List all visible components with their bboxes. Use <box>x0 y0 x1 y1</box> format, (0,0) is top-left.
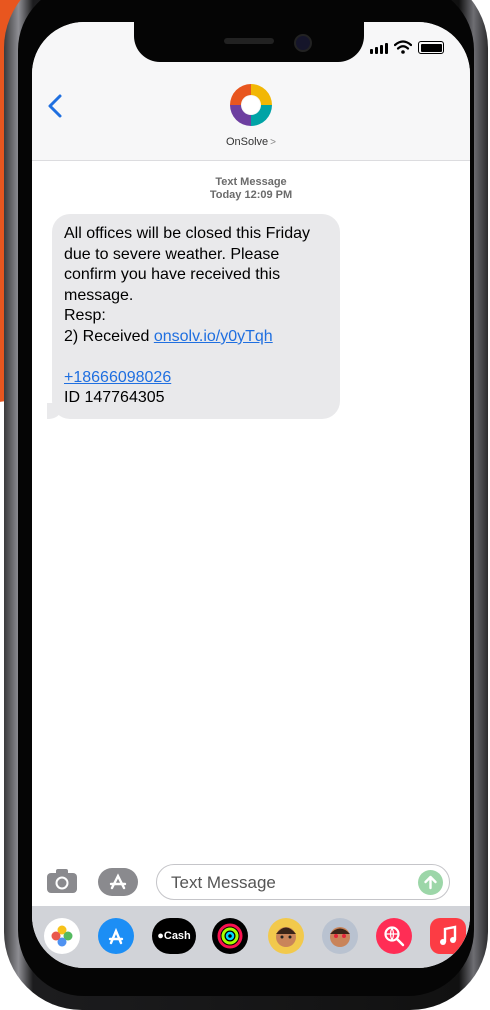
app-store-button[interactable] <box>98 868 138 896</box>
arrow-up-icon <box>424 875 437 890</box>
message-time: Today 12:09 PM <box>209 189 293 201</box>
notch <box>134 22 364 62</box>
onsolve-logo-icon <box>230 84 272 126</box>
back-button[interactable] <box>44 92 68 120</box>
memoji-button[interactable] <box>268 918 304 954</box>
contact-name[interactable]: OnSolve > <box>32 136 470 148</box>
status-bar <box>370 40 444 54</box>
message-input-placeholder: Text Message <box>171 873 276 892</box>
chevron-right-icon: > <box>270 137 277 148</box>
message-line: message. <box>64 286 134 304</box>
battery-icon <box>418 41 444 54</box>
message-input[interactable]: Text Message <box>156 864 450 900</box>
memoji-stickers-button[interactable] <box>322 918 358 954</box>
apple-cash-button[interactable]: ● Cash <box>152 918 196 954</box>
message-id: ID 147764305 <box>64 389 165 407</box>
phone-number-link[interactable]: +18666098026 <box>64 369 171 386</box>
message-line: confirm you have received this <box>64 266 281 284</box>
memoji-icon <box>276 927 296 947</box>
contact-name-text: OnSolve <box>225 136 269 148</box>
activity-rings-icon <box>217 923 243 949</box>
search-globe-icon <box>384 926 405 947</box>
message-line: Resp: <box>64 307 106 325</box>
message-thread: Text Message Today 12:09 PM All offices … <box>32 160 470 860</box>
camera-icon <box>47 869 77 893</box>
app-store-icon <box>108 927 124 945</box>
fitness-app-button[interactable] <box>212 918 248 954</box>
contact-avatar[interactable] <box>226 80 276 130</box>
phone-line: +18666098026 <box>64 368 326 389</box>
message-timestamp: Text Message Today 12:09 PM <box>32 176 470 202</box>
compose-bar: Text Message <box>32 860 470 908</box>
bubble-tail <box>47 402 63 419</box>
music-note-icon <box>440 925 457 945</box>
memoji-sticker-icon <box>330 927 350 947</box>
camera-button[interactable] <box>46 868 78 894</box>
cellular-signal-icon <box>370 43 388 54</box>
web-images-button[interactable] <box>376 918 412 954</box>
phone-screen: OnSolve > Text Message Today 12:09 PM All… <box>32 22 470 968</box>
app-store-app-button[interactable] <box>98 918 134 954</box>
front-camera <box>294 34 312 52</box>
message-line: due to severe weather. Please <box>64 245 280 263</box>
response-prefix: 2) Received <box>64 327 154 345</box>
message-type-label: Text Message <box>215 176 287 188</box>
photos-icon <box>51 925 73 947</box>
music-app-button[interactable] <box>430 918 466 954</box>
cash-label: Cash <box>163 930 191 942</box>
incoming-message-bubble[interactable]: All offices will be closed this Friday d… <box>47 214 340 419</box>
chevron-left-icon <box>48 94 62 118</box>
send-button[interactable] <box>418 870 443 895</box>
response-line: 2) Received onsolv.io/y0yTqh <box>64 327 326 348</box>
response-link[interactable]: onsolv.io/y0yTqh <box>154 328 273 345</box>
photos-app-button[interactable] <box>44 918 80 954</box>
speaker-grille <box>224 38 274 44</box>
apple-logo-icon: ● <box>157 930 164 942</box>
app-store-icon <box>109 873 127 890</box>
message-line: All offices will be closed this Friday <box>64 225 311 242</box>
app-drawer: ● Cash <box>32 906 470 968</box>
wifi-icon <box>394 40 412 54</box>
